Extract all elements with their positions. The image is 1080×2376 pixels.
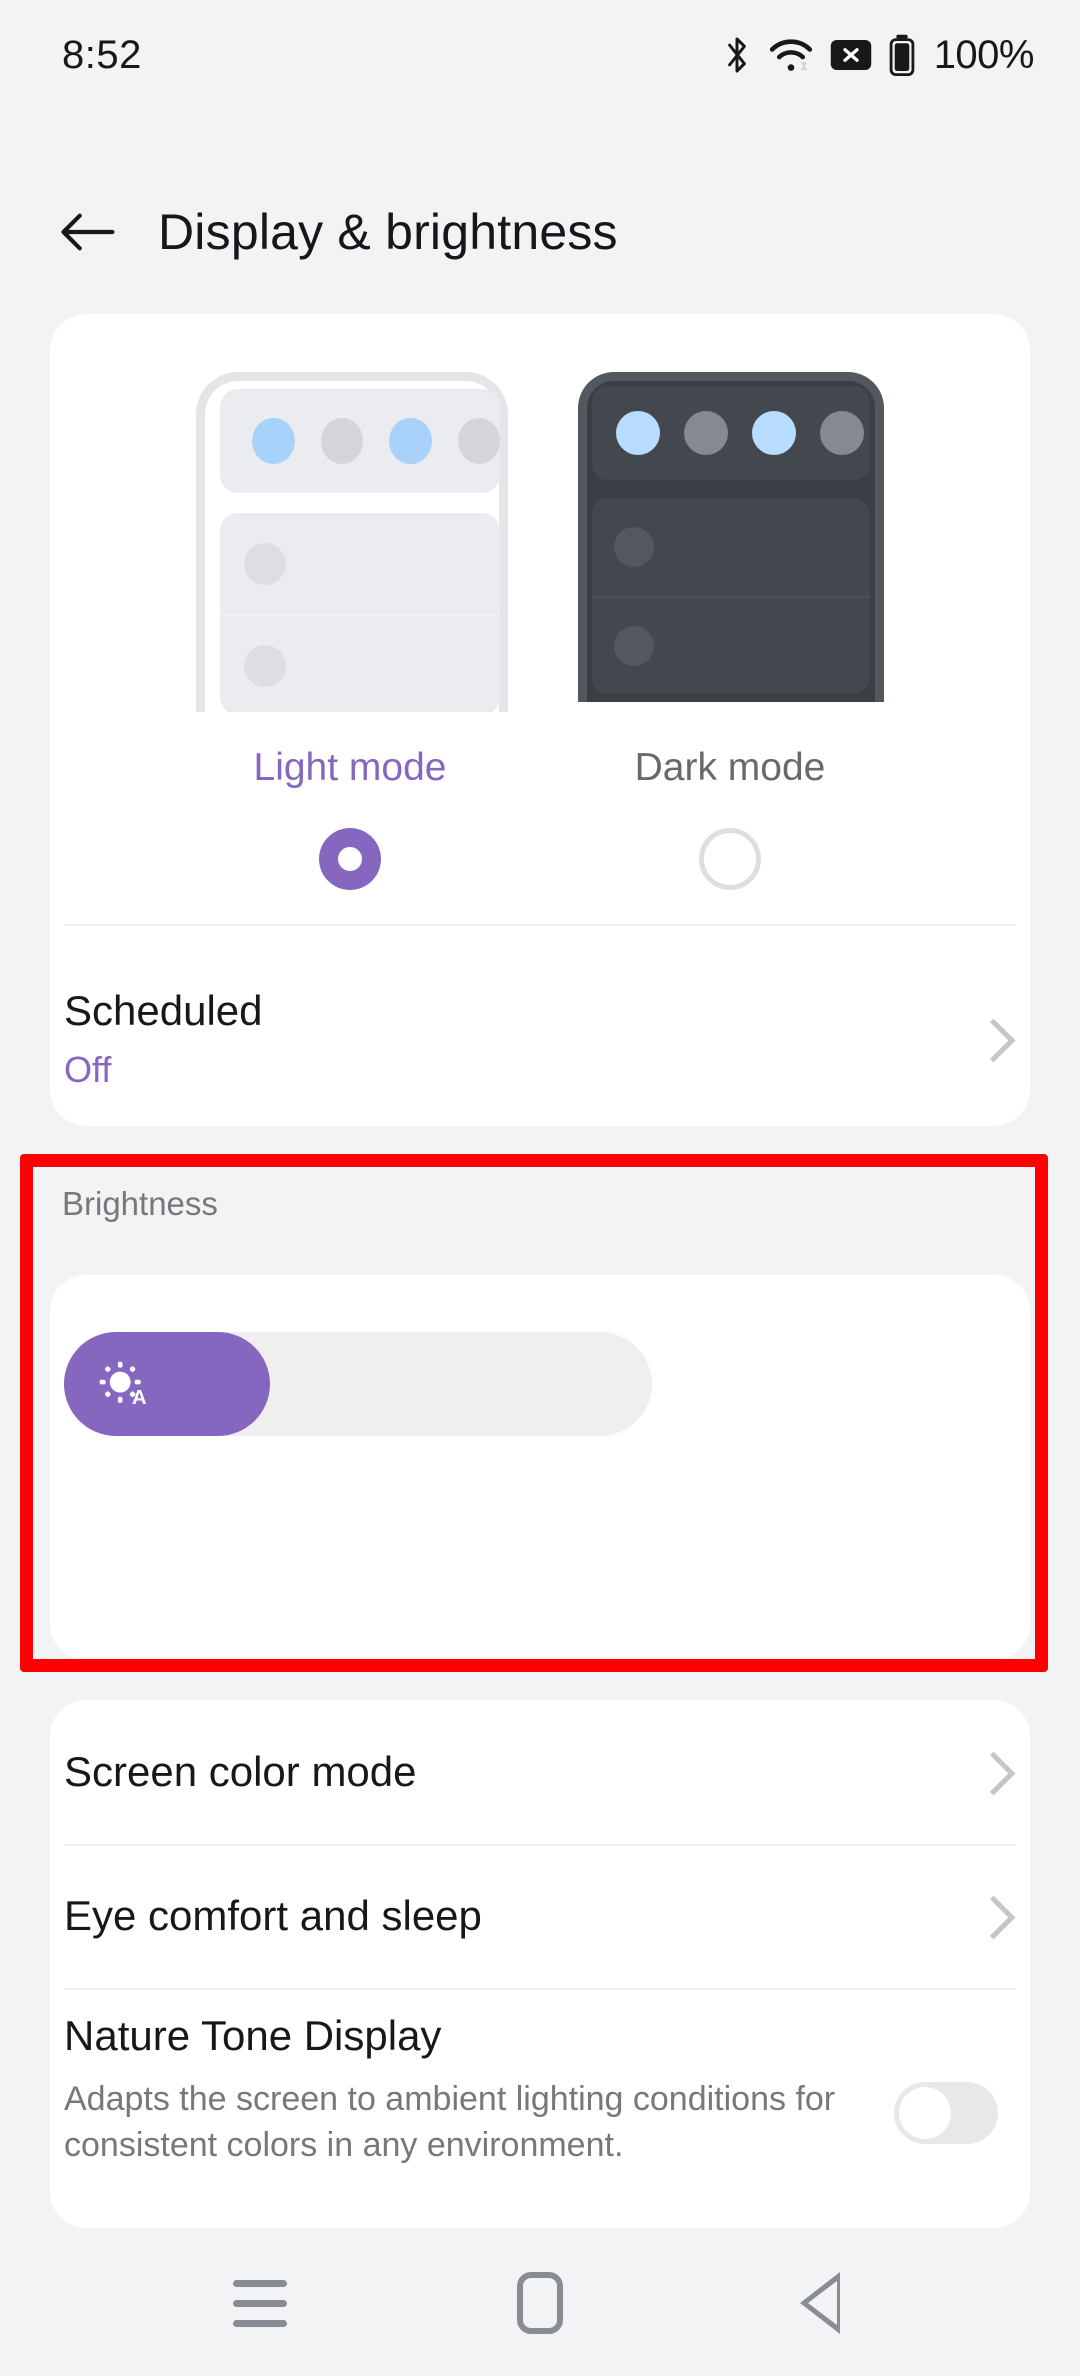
chevron-right-icon	[976, 1019, 998, 1059]
brightness-slider[interactable]: A	[64, 1332, 652, 1436]
theme-radio-group	[50, 828, 1030, 898]
dark-mode-radio[interactable]	[699, 828, 761, 890]
scheduled-value: Off	[64, 1049, 112, 1090]
light-mode-preview[interactable]	[196, 372, 508, 712]
back-icon	[800, 2272, 840, 2334]
phone-screen: 8:52 100% Display & brightness Light mod…	[0, 0, 1080, 2376]
chevron-right-icon	[976, 1896, 998, 1936]
theme-card: Light mode Dark mode Scheduled Off	[50, 314, 1030, 1126]
screen-color-mode-row[interactable]: Screen color mode	[50, 1700, 1030, 1844]
page-title: Display & brightness	[158, 204, 618, 260]
home-icon	[517, 2272, 563, 2334]
status-time: 8:52	[62, 32, 142, 77]
system-navigation-bar	[0, 2230, 1080, 2376]
theme-divider	[64, 924, 1016, 926]
nature-tone-row[interactable]: Nature Tone Display Adapts the screen to…	[50, 1988, 1030, 2228]
status-icons: 100%	[722, 32, 1035, 78]
dark-mode-preview[interactable]	[578, 372, 884, 702]
light-mode-label: Light mode	[253, 746, 447, 789]
more-settings-card: Screen color mode Eye comfort and sleep …	[50, 1700, 1030, 2228]
screen-color-mode-label: Screen color mode	[64, 1748, 417, 1795]
theme-labels: Light mode Dark mode	[50, 746, 1030, 810]
light-mode-radio[interactable]	[319, 828, 381, 890]
battery-icon	[889, 34, 915, 76]
scheduled-title: Scheduled	[64, 987, 263, 1034]
back-button[interactable]	[760, 2258, 880, 2348]
home-button[interactable]	[480, 2258, 600, 2348]
brightness-slider-fill: A	[64, 1332, 270, 1436]
scheduled-row[interactable]: Scheduled Off	[50, 952, 1030, 1126]
eye-comfort-label: Eye comfort and sleep	[64, 1892, 482, 1939]
eye-comfort-row[interactable]: Eye comfort and sleep	[50, 1844, 1030, 1988]
nature-tone-toggle[interactable]	[894, 2082, 998, 2144]
battery-percent: 100%	[933, 32, 1035, 77]
back-arrow-icon[interactable]	[58, 210, 116, 254]
status-bar: 8:52 100%	[0, 0, 1080, 110]
app-header: Display & brightness	[0, 172, 1080, 292]
recents-icon	[233, 2279, 287, 2327]
recents-button[interactable]	[200, 2258, 320, 2348]
auto-brightness-sun-icon: A	[99, 1361, 147, 1409]
bluetooth-icon	[727, 37, 746, 73]
theme-previews	[50, 314, 1030, 744]
svg-text:A: A	[132, 1387, 147, 1409]
nature-tone-description: Adapts the screen to ambient lighting co…	[64, 2080, 836, 2165]
wifi-icon	[769, 39, 812, 71]
sim-card-off-icon	[830, 40, 871, 70]
brightness-section-label: Brightness	[62, 1185, 218, 1222]
dark-mode-label: Dark mode	[634, 746, 826, 789]
chevron-right-icon	[976, 1752, 998, 1792]
nature-tone-title: Nature Tone Display	[64, 2012, 442, 2059]
